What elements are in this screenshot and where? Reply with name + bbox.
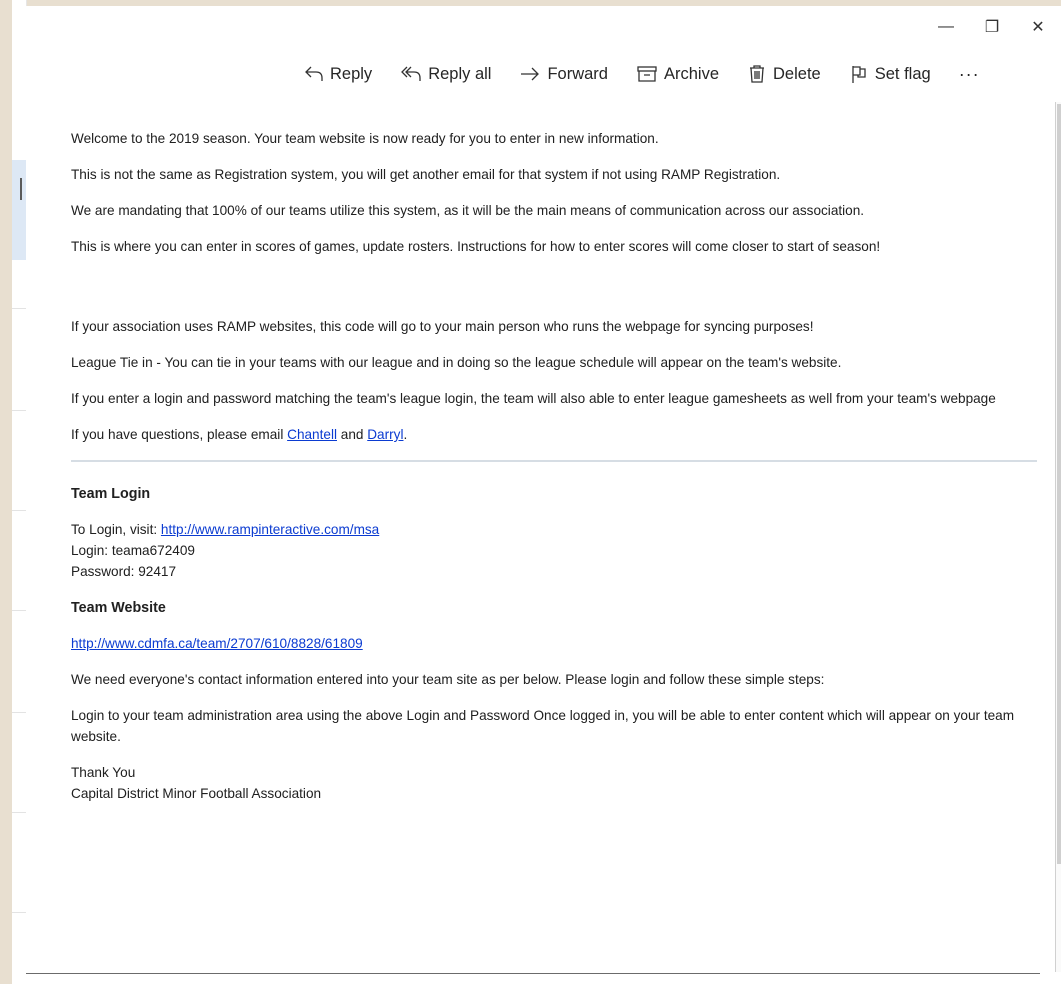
scrollbar-thumb[interactable] [1057,104,1061,864]
forward-button[interactable]: Forward [519,65,608,84]
body-paragraph: League Tie in - You can tie in your team… [71,355,842,370]
restore-icon: ❐ [984,19,1000,36]
selected-message-highlight [12,160,26,260]
list-divider [12,510,26,511]
more-actions-button[interactable]: ··· [959,64,980,85]
close-button[interactable]: ✕ [1015,12,1061,42]
list-divider [12,912,26,913]
email-body: Welcome to the 2019 season. Your team we… [71,128,1041,804]
team-website-link[interactable]: http://www.cdmfa.ca/team/2707/610/8828/6… [71,636,363,651]
darryl-email-link[interactable]: Darryl [367,427,403,442]
section-divider [71,460,1037,462]
list-divider [12,410,26,411]
reading-pane-window: — ❐ ✕ Reply Reply all Forward Archive De… [26,6,1061,984]
body-paragraph: Welcome to the 2019 season. Your team we… [71,131,659,146]
body-paragraph: This is where you can enter in scores of… [71,239,881,254]
body-paragraph: We need everyone's contact information e… [71,672,825,687]
signoff-thanks: Thank You [71,765,136,780]
message-list-edge[interactable] [12,0,27,984]
selection-indicator [20,178,22,200]
minimize-icon: — [938,18,954,35]
message-toolbar: Reply Reply all Forward Archive Delete S… [304,60,980,88]
login-visit-prefix: To Login, visit: [71,522,161,537]
questions-prefix: If you have questions, please email [71,427,288,442]
delete-label: Delete [773,64,821,83]
team-login-details: To Login, visit: http://www.rampinteract… [71,519,1041,582]
login-username: Login: teama672409 [71,543,195,558]
body-paragraph: If you enter a login and password matchi… [71,391,996,406]
signoff: Thank You Capital District Minor Footbal… [71,762,1041,804]
body-paragraph: Login to your team administration area u… [71,708,1015,744]
body-paragraph: We are mandating that 100% of our teams … [71,203,865,218]
trash-icon [750,65,765,83]
team-website-heading: Team Website [71,600,166,616]
forward-arrow-icon [521,67,540,81]
signoff-organization: Capital District Minor Football Associat… [71,786,322,801]
set-flag-button[interactable]: Set flag [849,64,931,84]
login-password: Password: 92417 [71,564,177,579]
questions-middle: and [337,427,368,442]
close-icon: ✕ [1031,19,1045,36]
minimize-button[interactable]: — [923,12,969,42]
reply-all-label: Reply all [428,64,492,83]
questions-paragraph: If you have questions, please email Chan… [71,424,1041,445]
archive-button[interactable]: Archive [636,65,719,84]
ramp-login-link[interactable]: http://www.rampinteractive.com/msa [161,522,379,537]
forward-label: Forward [547,64,608,83]
team-login-heading: Team Login [71,486,151,502]
questions-suffix: . [403,427,408,442]
body-paragraph: This is not the same as Registration sys… [71,167,781,182]
reply-all-icon [401,66,421,81]
reply-label: Reply [330,64,373,83]
archive-icon [637,66,657,82]
list-divider [12,308,26,309]
login-visit-line: To Login, visit: http://www.rampinteract… [71,519,1041,540]
pane-bottom-border [26,973,1040,974]
list-divider [12,812,26,813]
list-divider [12,610,26,611]
body-paragraph: If your association uses RAMP websites, … [71,319,814,334]
set-flag-label: Set flag [874,64,931,83]
list-divider [12,712,26,713]
delete-button[interactable]: Delete [747,64,821,84]
more-icon: ··· [958,63,980,84]
flag-icon [852,66,866,83]
window-controls: — ❐ ✕ [923,12,1061,42]
blank-space [71,272,1041,316]
restore-button[interactable]: ❐ [969,12,1015,42]
archive-label: Archive [663,64,720,83]
chantell-email-link[interactable]: Chantell [287,427,337,442]
reply-all-button[interactable]: Reply all [400,65,491,84]
reply-icon [305,66,323,81]
reply-button[interactable]: Reply [304,65,372,84]
